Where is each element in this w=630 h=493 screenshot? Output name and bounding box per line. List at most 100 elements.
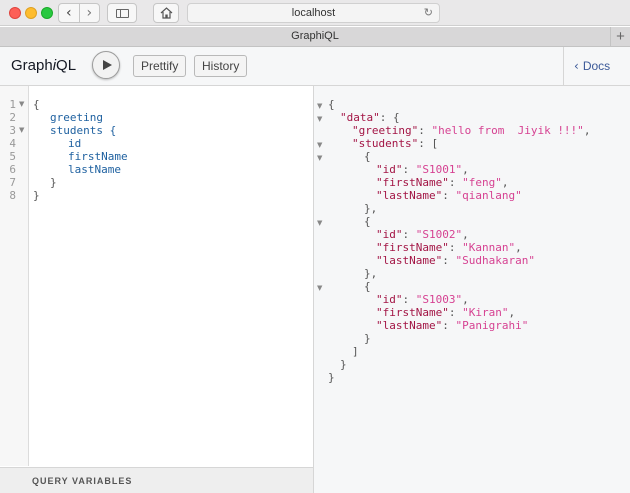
line-number: 6 [9, 163, 16, 176]
minimize-window-button[interactable] [25, 7, 37, 19]
json-key: "firstName" [376, 306, 449, 319]
docs-button[interactable]: ‹ Docs [563, 47, 630, 85]
line-number: 4 [9, 137, 16, 150]
code-line: } [33, 189, 40, 202]
json-line: "firstName": "Kannan", [376, 241, 522, 254]
json-string: "Kannan" [462, 241, 516, 254]
tab-title[interactable]: GraphiQL [291, 30, 339, 42]
close-window-button[interactable] [9, 7, 21, 19]
fold-arrow-icon[interactable]: ▼ [317, 139, 322, 152]
json-line: "lastName": "qianlang" [376, 189, 522, 202]
json-line: "firstName": "feng", [376, 176, 509, 189]
json-key: "id" [376, 163, 403, 176]
tab-bar: GraphiQL + [0, 27, 630, 47]
code-line: students { [50, 124, 117, 137]
json-key: "id" [376, 228, 403, 241]
json-line: { [364, 150, 371, 163]
chevron-left-icon: ‹ [574, 59, 579, 73]
result-gutter: ▼ ▼ ▼ ▼ ▼ ▼ [314, 86, 326, 493]
sidebar-icon [116, 9, 129, 18]
logo-suffix: QL [56, 57, 77, 74]
code-line: } [50, 176, 57, 189]
query-editor[interactable]: 1 ▼ 2 3 ▼ 4 5 6 7 8 { greeting students … [0, 86, 313, 493]
line-number: 2 [9, 111, 16, 124]
json-line: { [328, 98, 335, 111]
json-line: "firstName": "Kiran", [376, 306, 516, 319]
json-key: "students" [352, 137, 419, 150]
json-line: "data": { [340, 111, 400, 124]
logo-prefix: Graph [11, 57, 53, 74]
json-line: } [328, 371, 335, 384]
json-key: "firstName" [376, 241, 449, 254]
code-line: greeting [50, 111, 103, 124]
json-string: "Kiran" [462, 306, 509, 319]
navigation-buttons: ‹ › [58, 3, 100, 23]
code-line: lastName [68, 163, 121, 176]
json-key: "lastName" [376, 254, 443, 267]
fold-arrow-icon[interactable]: ▼ [19, 98, 24, 111]
line-number: 1 [9, 98, 16, 111]
prettify-button[interactable]: Prettify [133, 55, 187, 77]
json-key: "id" [376, 293, 403, 306]
code-line: id [68, 137, 82, 150]
json-line: "greeting": "hello from Jiyik !!!", [352, 124, 591, 137]
docs-label: Docs [582, 59, 611, 73]
line-number: 8 [9, 189, 16, 202]
json-line: "students": [ [352, 137, 439, 150]
json-line: }, [364, 267, 378, 280]
fold-arrow-icon[interactable]: ▼ [317, 152, 322, 165]
json-string: "S1002" [415, 228, 463, 241]
json-string: "S1003" [415, 293, 463, 306]
json-line: "id": "S1001", [376, 163, 469, 176]
line-number: 3 [9, 124, 16, 137]
json-string: "Panigrahi" [455, 319, 529, 332]
fold-arrow-icon[interactable]: ▼ [19, 124, 24, 137]
json-string: "S1001" [415, 163, 463, 176]
code-line: { [33, 98, 40, 111]
back-icon[interactable]: ‹ [59, 4, 80, 22]
json-string: "qianlang" [455, 189, 522, 202]
json-key: "firstName" [376, 176, 449, 189]
query-variables-header[interactable]: QUERY VARIABLES [0, 467, 313, 493]
forward-icon[interactable]: › [80, 4, 100, 22]
json-key: "greeting" [352, 124, 419, 137]
address-bar[interactable]: localhost ↻ [187, 3, 440, 23]
address-text: localhost [291, 7, 336, 19]
json-string: "Sudhakaran" [455, 254, 535, 267]
json-line: } [340, 358, 347, 371]
json-string: "feng" [462, 176, 502, 189]
new-tab-icon[interactable]: + [610, 27, 630, 47]
sidebar-toggle-button[interactable] [107, 3, 137, 23]
json-key: "lastName" [376, 319, 443, 332]
execute-query-button[interactable] [92, 51, 120, 79]
json-line: } [364, 332, 371, 345]
json-line: { [364, 215, 371, 228]
json-line: ] [352, 345, 359, 358]
browser-titlebar: ‹ › localhost ↻ [0, 0, 630, 26]
json-line: }, [364, 202, 378, 215]
json-line: "id": "S1002", [376, 228, 469, 241]
fold-arrow-icon[interactable]: ▼ [317, 113, 322, 126]
zoom-window-button[interactable] [41, 7, 53, 19]
line-number: 5 [9, 150, 16, 163]
reload-icon[interactable]: ↻ [424, 4, 433, 22]
fold-arrow-icon[interactable]: ▼ [317, 217, 322, 230]
graphiql-toolbar: GraphiQL Prettify History ‹ Docs [0, 47, 630, 86]
json-line: "lastName": "Panigrahi" [376, 319, 529, 332]
json-line: { [364, 280, 371, 293]
home-icon [160, 7, 172, 19]
json-line: "id": "S1003", [376, 293, 469, 306]
fold-arrow-icon[interactable]: ▼ [317, 100, 322, 113]
json-string: "hello from Jiyik !!!" [431, 124, 584, 137]
graphiql-logo: GraphiQL [11, 57, 76, 74]
result-viewer: ▼ ▼ ▼ ▼ ▼ ▼ { "data": { "greeting": "hel… [314, 86, 630, 493]
json-key: "lastName" [376, 189, 443, 202]
history-button[interactable]: History [194, 55, 248, 77]
json-line: "lastName": "Sudhakaran" [376, 254, 535, 267]
fold-arrow-icon[interactable]: ▼ [317, 282, 322, 295]
code-line: firstName [68, 150, 128, 163]
home-button[interactable] [153, 3, 179, 23]
line-number-gutter: 1 ▼ 2 3 ▼ 4 5 6 7 8 [0, 86, 29, 466]
json-key: "data" [340, 111, 380, 124]
line-number: 7 [9, 176, 16, 189]
